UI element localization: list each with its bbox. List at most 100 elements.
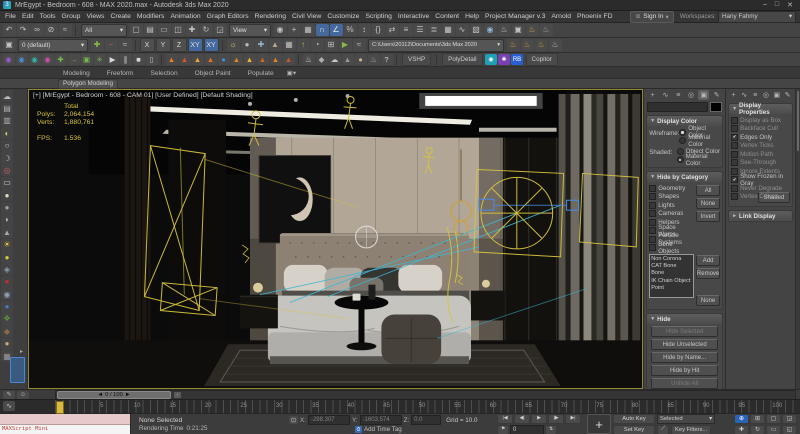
menu-item[interactable]: Help — [462, 13, 482, 20]
hide-remove-button[interactable]: Remove — [696, 268, 720, 279]
menu-item[interactable]: Rendering — [252, 13, 289, 20]
script-icon-purple[interactable]: ✱ — [498, 54, 510, 65]
ribbon-tab[interactable]: Populate — [240, 69, 282, 78]
panel-light-icon[interactable]: ▭ — [1, 177, 13, 189]
zoom-all-button[interactable]: ⊞ — [750, 414, 765, 424]
stop-icon[interactable]: ■ — [133, 54, 145, 65]
menu-item[interactable]: Create — [107, 13, 133, 20]
wave-icon[interactable]: ≈ — [353, 39, 366, 51]
select-move-icon[interactable]: ✚ — [186, 24, 199, 36]
set-keys-button[interactable]: + — [587, 414, 611, 434]
render-setup-icon[interactable]: ♨ — [498, 24, 511, 36]
menu-item[interactable]: Views — [83, 13, 107, 20]
hierarchy-tab[interactable]: ≡ — [673, 90, 684, 100]
set-key-button[interactable]: Set Key — [613, 425, 655, 434]
green-burst-icon[interactable]: ✳ — [94, 54, 106, 65]
named-selection-sets-combo[interactable]: 0 (default)▾ — [18, 39, 88, 52]
teapot-gray-icon[interactable]: ♨ — [549, 39, 562, 51]
create-tab[interactable]: + — [647, 90, 658, 100]
unlink-icon[interactable]: ⊘ — [45, 24, 58, 36]
panel-expand-icon[interactable]: ▸ — [20, 348, 23, 355]
corona-teapot3-icon[interactable]: ♨ — [535, 39, 548, 51]
half-sphere-icon[interactable]: ◗ — [1, 214, 13, 226]
workspace-combo[interactable]: Hany Fahmy ▾ — [718, 11, 796, 23]
target-icon[interactable]: ◎ — [1, 164, 13, 176]
help-icon[interactable]: ? — [381, 54, 393, 65]
globe-icon[interactable]: ● — [1, 301, 13, 313]
flower-icon[interactable]: ❖ — [1, 313, 13, 325]
edges-only-checkbox[interactable]: ✔ — [731, 134, 738, 141]
lamp-icon[interactable]: ◐ — [1, 127, 13, 139]
macro-recorder-line[interactable] — [0, 414, 130, 425]
phoenix-flame-icon[interactable]: ▲ — [205, 54, 217, 65]
wireframe-material-color-radio[interactable] — [679, 137, 686, 144]
viewport-label[interactable]: [+] [MrEgypt - Bedroom - 608 - CAM 01] [… — [33, 92, 253, 99]
hide-by-hit-button[interactable]: Hide by Hit — [651, 365, 718, 376]
orbit-button[interactable]: ↻ — [750, 425, 765, 434]
backface-cull-checkbox[interactable] — [731, 125, 738, 132]
close-button[interactable]: ✕ — [787, 1, 793, 9]
sign-in-button[interactable]: ☺ Sign In ▾ — [630, 11, 674, 23]
particle-systems-checkbox[interactable] — [649, 236, 656, 243]
select-region-icon[interactable]: ▭ — [158, 24, 171, 36]
list-item[interactable]: IK Chain Object — [651, 278, 692, 285]
next-frame-button[interactable]: |▶ — [548, 414, 564, 424]
align-icon[interactable]: ≡ — [400, 24, 413, 36]
hierarchy-tab-2[interactable]: ≡ — [750, 90, 761, 100]
current-frame-field[interactable]: 0 — [510, 425, 544, 434]
select-similar-icon[interactable]: ≈ — [119, 39, 132, 51]
viewport-layout-tab[interactable] — [10, 357, 25, 383]
hide-unselected-button[interactable]: Hide Unselected — [651, 339, 718, 350]
motion-path-checkbox[interactable] — [731, 151, 738, 158]
current-frame-marker[interactable] — [56, 401, 64, 414]
maxscript-mini-listener[interactable]: MAXScript Mini — [0, 414, 131, 434]
object-color-swatch[interactable] — [710, 102, 722, 112]
modify-tab[interactable]: ∿ — [660, 90, 671, 100]
menu-item[interactable]: Phoenix FD — [574, 13, 616, 20]
hide-list-none-button[interactable]: None — [696, 295, 720, 306]
bone-icon[interactable]: ▲ — [269, 39, 282, 51]
menu-item[interactable]: Project Manager v.3 — [482, 13, 548, 20]
camera-viewport[interactable]: [+] [MrEgypt - Bedroom - 608 - CAM 01] [… — [28, 89, 643, 389]
hide-exclude-list[interactable]: Non CoronaCAT BoneBoneIK Chain ObjectPoi… — [649, 254, 694, 298]
menu-item[interactable]: Modifiers — [134, 13, 168, 20]
layer-manager-icon[interactable]: ≣ — [428, 24, 441, 36]
time-slider-track[interactable]: ◄0 / 100► › — [55, 390, 796, 400]
list2-icon[interactable]: ▥ — [1, 115, 13, 127]
plugin-ring-magenta-icon[interactable]: ◉ — [42, 54, 54, 65]
shapes-checkbox[interactable] — [649, 193, 656, 200]
zoom-region-button[interactable]: ◲ — [782, 414, 797, 424]
frame-spinner[interactable]: ⇅ — [545, 425, 557, 434]
plugin-ring-blue-icon[interactable]: ◉ — [16, 54, 28, 65]
select-manipulate-icon[interactable]: + — [288, 24, 301, 36]
hide-by-category-rollout-header[interactable]: ▼Hide by Category — [647, 172, 722, 182]
schematic-view-icon[interactable]: ▧ — [470, 24, 483, 36]
sim-cone-icon[interactable]: ▲ — [342, 54, 354, 65]
maximize-button[interactable]: □ — [775, 1, 779, 9]
utilities-tab-2[interactable]: ✎ — [782, 90, 793, 100]
cameras-checkbox[interactable] — [649, 210, 656, 217]
display-tab-2[interactable]: ▣ — [771, 90, 782, 100]
ribbon-toggle-icon[interactable]: ▦ — [442, 24, 455, 36]
keyboard-override-icon[interactable]: ▦ — [302, 24, 315, 36]
window-icon[interactable]: ⊞ — [325, 39, 338, 51]
cloud-icon[interactable]: ☁ — [1, 90, 13, 102]
go-to-start-button[interactable]: |◀ — [497, 414, 513, 424]
coordinate-z-field[interactable]: 0.0 — [411, 415, 441, 425]
angle-snap-icon[interactable]: ∠ — [330, 24, 343, 36]
dot-icon[interactable]: ● — [241, 39, 254, 51]
add-time-tag-button[interactable]: Add Time Tag — [364, 426, 402, 433]
mirror-icon[interactable]: ⇄ — [386, 24, 399, 36]
time-slider-handle[interactable]: ◄0 / 100► — [57, 391, 171, 399]
sim-diamond-icon[interactable]: ◆ — [316, 54, 328, 65]
phoenix-flame-icon[interactable]: ▲ — [192, 54, 204, 65]
space-warps-checkbox[interactable] — [649, 227, 656, 234]
key-filters-button[interactable]: Key Filters... — [671, 425, 711, 434]
maxscript-listener-icon[interactable]: ✎ — [3, 391, 15, 399]
axis-xy-flyout-button[interactable]: XY — [204, 38, 219, 52]
menu-item[interactable]: Tools — [37, 13, 59, 20]
sim-teapot2-icon[interactable]: ♨ — [368, 54, 380, 65]
cone-icon[interactable]: ▲ — [1, 226, 13, 238]
trash-icon[interactable]: ▯ — [146, 54, 158, 65]
list-item[interactable]: CAT Bone — [651, 263, 692, 270]
